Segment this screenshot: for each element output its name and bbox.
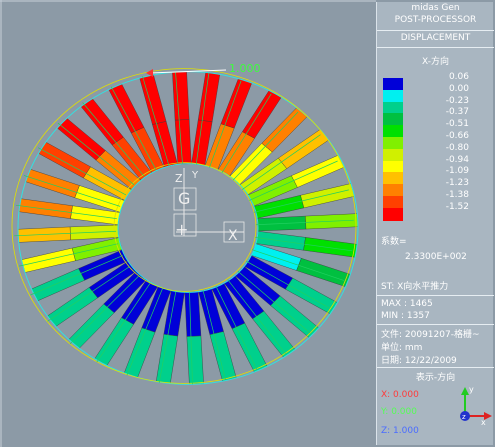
file-name-label: 文件: 20091207-格栅~ [381,330,480,340]
legend-value: -0.23 [445,95,469,106]
legend-value: 0.00 [448,83,469,94]
scale-label: 1.000 [229,62,261,75]
svg-text:y: y [469,386,474,394]
color-legend[interactable]: 0.06 0.00 -0.23 -0.37 -0.51 -0.66 -0.80 -0.94 -1… [377,72,494,224]
legend-value: -0.37 [445,107,469,118]
axis-x-label: X [228,228,238,244]
divider [377,324,494,325]
view-x-value: X: 0.000 [381,390,419,400]
legend-value: -0.66 [445,131,469,141]
factor-value: 2.3300E+002 [405,252,467,262]
direction-label: X-方向 [422,57,449,67]
legend-swatch[interactable] [383,207,403,221]
wall-segment [174,119,192,165]
legend-value: 0.06 [448,72,469,82]
view-y-value: Y: 0.000 [381,407,417,417]
svg-text:x: x [481,418,486,426]
origin-label: G [178,189,190,208]
wall-segment [172,71,190,121]
legend-value: -1.38 [445,190,469,200]
wall-segment [186,335,204,385]
max-node-label: MAX : 1465 [381,299,433,309]
legend-value: -1.23 [445,178,469,189]
divider [377,367,494,368]
app-name: midas Gen [411,3,460,13]
view-direction-title: 表示-方向 [415,373,456,383]
axis-z-label: Z [175,172,183,185]
unit-label: 单位: mm [381,343,423,353]
legend-value: -1.09 [445,166,469,177]
app-window: G Z Y X + 1.000 midas Gen POST-PROCESSOR DIS… [0,0,495,447]
view-z-value: Z: 1.000 [381,426,419,436]
legend-value: -0.51 [445,119,469,130]
result-type-label: DISPLACEMENT [400,33,471,43]
divider [377,47,494,48]
origin-plus-symbol: + [175,220,188,239]
load-case-label: ST: X向水平推力 [381,282,449,292]
date-label: 日期: 12/22/2009 [381,356,457,366]
axis-y-label: Y [191,170,199,181]
mode-label: POST-PROCESSOR [394,15,477,25]
min-node-label: MIN : 1357 [381,311,430,321]
divider [377,295,494,296]
svg-text:z: z [462,413,466,421]
legend-value: -0.94 [445,154,469,165]
wall-segment [184,291,202,337]
axis-triad-icon: y x z [460,386,492,426]
legend-value: -1.52 [445,201,469,212]
legend-value: -0.80 [445,142,469,153]
factor-label: 系数= [381,237,407,247]
result-panel: midas Gen POST-PROCESSOR DISPLACEMENT X-… [376,2,494,445]
divider [377,30,494,31]
